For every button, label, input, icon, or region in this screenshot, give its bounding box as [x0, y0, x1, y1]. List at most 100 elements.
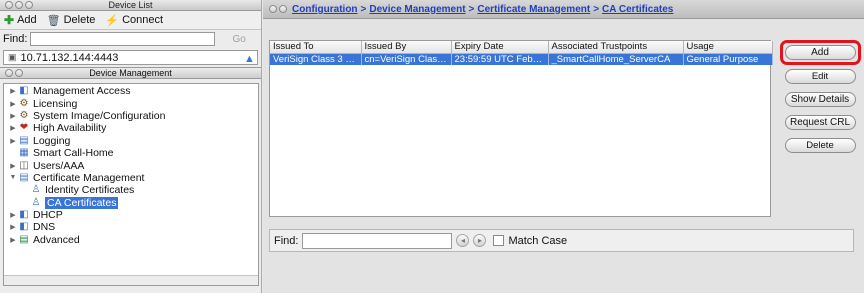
tree-node[interactable]: ▼ ▤ Certificate Management [4, 172, 258, 184]
action-buttons: Add Edit Show Details Request CRL Delete [779, 40, 861, 153]
collapsed-triangle-icon[interactable]: ▶ [8, 162, 18, 170]
tree-node[interactable]: ▶ ◫ Users/AAA [4, 159, 258, 172]
tree-node[interactable]: ▶ ⚙ System Image/Configuration [4, 110, 258, 122]
cell-usage: General Purpose [683, 53, 773, 65]
cell-issued-by: cn=VeriSign Class 3... [361, 53, 452, 65]
plus-icon: ✚ [4, 13, 15, 27]
table-find-input[interactable] [302, 232, 453, 249]
tree-node-label: Advanced [33, 233, 80, 246]
collapsed-triangle-icon[interactable]: ▶ [8, 87, 18, 95]
tree-node[interactable]: ▦ Smart Call-Home [4, 147, 258, 159]
add-device-label: Add [17, 14, 37, 26]
breadcrumb-device-management[interactable]: Device Management [369, 4, 465, 15]
collapsed-triangle-icon[interactable]: ▶ [8, 223, 18, 231]
device-address: 10.71.132.144:4443 [20, 51, 119, 64]
scroll-thumb-icon[interactable]: ▲ [244, 53, 258, 67]
add-device-button[interactable]: ✚ Add [4, 13, 37, 27]
trash-icon: 🗑 [46, 14, 61, 27]
collapsed-triangle-icon[interactable]: ▶ [8, 112, 18, 120]
smart-call-home-icon: ▦ [19, 147, 29, 159]
request-crl-button[interactable]: Request CRL [784, 115, 856, 130]
tree-node[interactable]: ♙ CA Certificates [4, 196, 258, 209]
tree-node-label: Licensing [33, 97, 78, 110]
tree-node[interactable]: ▶ ◧ DHCP [4, 209, 258, 221]
edit-button[interactable]: Edit [784, 69, 856, 84]
breadcrumb-separator: > [593, 3, 600, 15]
tree-node[interactable]: ▶ ◧ Management Access [4, 85, 258, 97]
device-find-label: Find: [3, 33, 28, 45]
device-management-titlebar: Device Management [0, 67, 261, 79]
tree-node-label: DHCP [33, 209, 63, 222]
system-image-icon: ⚙ [19, 109, 29, 121]
content-close-icon[interactable] [269, 5, 277, 13]
collapsed-triangle-icon[interactable]: ▶ [8, 124, 18, 132]
match-case-label: Match Case [508, 234, 568, 247]
device-list-toolbar: ✚ Add 🗑 Delete ⚡ Connect [0, 11, 261, 30]
tree-node[interactable]: ▶ ▤ Advanced [4, 234, 258, 246]
delete-button[interactable]: Delete [784, 138, 856, 153]
device-find-input[interactable] [30, 32, 216, 46]
cell-expiry-date: 23:59:59 UTC Feb 7... [451, 53, 549, 65]
tree-node[interactable]: ▶ ◧ DNS [4, 221, 258, 233]
tree-node[interactable]: ♙ Identity Certificates [4, 184, 258, 196]
add-button[interactable]: Add [784, 45, 856, 60]
collapsed-triangle-icon[interactable]: ▶ [8, 211, 18, 219]
tree-node[interactable]: ▶ ⚙ Licensing [4, 97, 258, 110]
device-management-tree: ▶ ◧ Management Access ▶ ⚙ Licensing ▶ ⚙ System I… [3, 83, 259, 286]
breadcrumb-configuration[interactable]: Configuration [292, 4, 358, 15]
tree-node[interactable]: ▶ ❤ High Availability [4, 122, 258, 134]
breadcrumb-separator: > [468, 3, 475, 15]
column-header-issued-by[interactable]: Issued By [361, 41, 452, 54]
minimize-window-icon[interactable] [15, 1, 23, 9]
find-next-icon[interactable]: ▸ [473, 234, 487, 247]
table-find-bar: Find: ◂ ▸ Match Case [269, 229, 854, 252]
collapsed-triangle-icon[interactable]: ▶ [8, 137, 18, 145]
column-header-expiry-date[interactable]: Expiry Date [451, 41, 549, 54]
column-header-issued-to[interactable]: Issued To [270, 41, 362, 54]
ca-certificates-icon: ♙ [31, 196, 41, 208]
delete-device-label: Delete [63, 14, 96, 26]
content-minimize-icon[interactable] [279, 5, 287, 13]
dm-minimize-icon[interactable] [15, 69, 23, 77]
add-button-highlight: Add [779, 40, 861, 65]
device-list-panel: Device List ✚ Add 🗑 Delete ⚡ Connect Fin… [0, 0, 262, 293]
match-case-checkbox[interactable] [493, 235, 505, 246]
breadcrumb-ca-certificates[interactable]: CA Certificates [602, 4, 673, 15]
content-window-controls [269, 5, 287, 13]
expanded-triangle-icon[interactable]: ▼ [8, 174, 18, 181]
table-row[interactable]: VeriSign Class 3 Sec... cn=VeriSign Clas… [270, 53, 773, 65]
device-find-go-button[interactable]: Go [232, 34, 245, 45]
column-header-usage[interactable]: Usage [683, 41, 773, 54]
connect-device-button[interactable]: ⚡ Connect [105, 14, 163, 27]
tree-node-label: High Availability [33, 122, 107, 135]
tree-node-label: Management Access [33, 85, 131, 98]
connect-device-label: Connect [122, 14, 164, 26]
column-header-associated-trustpoints[interactable]: Associated Trustpoints [548, 41, 684, 54]
tree-node-label: Certificate Management [33, 171, 145, 184]
delete-device-button[interactable]: 🗑 Delete [47, 14, 96, 27]
tree-node-label: CA Certificates [45, 196, 119, 209]
collapsed-triangle-icon[interactable]: ▶ [8, 100, 18, 108]
find-previous-icon[interactable]: ◂ [456, 234, 470, 247]
close-window-icon[interactable] [5, 1, 13, 9]
cell-issued-to: VeriSign Class 3 Sec... [270, 53, 362, 65]
collapsed-triangle-icon[interactable]: ▶ [8, 236, 18, 244]
dhcp-icon: ◧ [19, 209, 29, 221]
logging-icon: ▤ [19, 134, 29, 146]
identity-certificates-icon: ♙ [31, 184, 41, 196]
plug-icon: ⚡ [105, 14, 120, 27]
device-find-row: Find: Go [0, 30, 261, 48]
breadcrumb-certificate-management[interactable]: Certificate Management [477, 4, 590, 15]
table-find-label: Find: [274, 234, 299, 247]
table-header-row: Issued To Issued By Expiry Date Associat… [270, 41, 773, 54]
dm-close-icon[interactable] [5, 69, 13, 77]
tree-node-label: Identity Certificates [45, 184, 135, 197]
zoom-window-icon[interactable] [25, 1, 33, 9]
tree-node[interactable]: ▶ ▤ Logging [4, 135, 258, 147]
device-list-item[interactable]: ▣ 10.71.132.144:4443 ▲ [3, 50, 258, 65]
ca-certificates-table: Issued To Issued By Expiry Date Associat… [269, 40, 773, 217]
tree-node-label: Users/AAA [33, 159, 85, 172]
device-management-title: Device Management [89, 68, 172, 78]
show-details-button[interactable]: Show Details [784, 92, 856, 107]
device-management-window-controls [5, 69, 23, 77]
